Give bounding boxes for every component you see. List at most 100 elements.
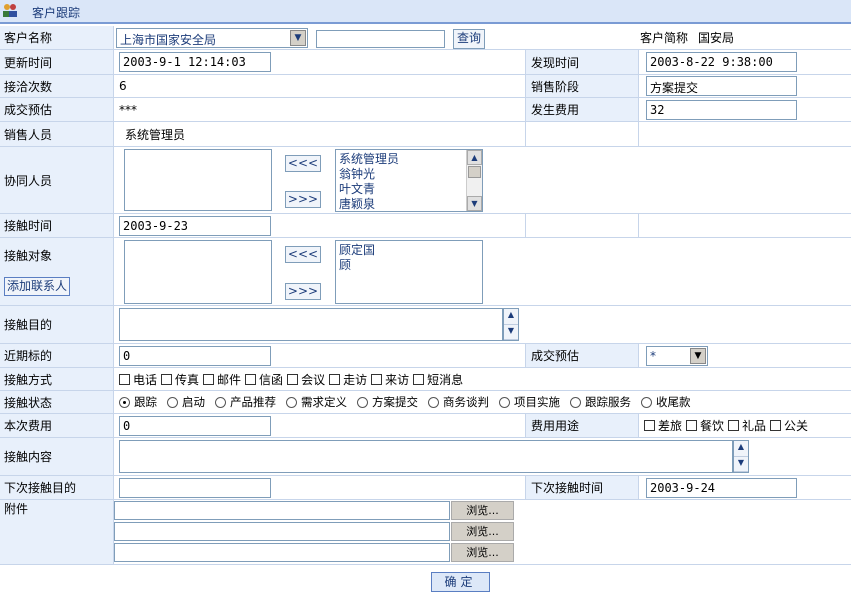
chevron-down-icon[interactable]: ▼ (504, 325, 518, 340)
option-label: 会议 (301, 372, 326, 387)
purpose-spinner[interactable]: ▲ ▼ (503, 308, 519, 341)
list-item[interactable]: 系统管理员 (339, 152, 462, 167)
search-button[interactable]: 查询 (453, 29, 485, 49)
coworkers-label: 协同人员 (0, 147, 114, 213)
browse-button[interactable]: 浏览... (451, 501, 514, 520)
radio-button[interactable] (570, 396, 581, 408)
customer-search-input[interactable] (316, 30, 445, 48)
radio-button[interactable] (499, 396, 510, 408)
status-option[interactable]: 需求定义 (286, 394, 347, 410)
list-item[interactable]: 叶文青 (339, 182, 462, 197)
checkbox[interactable] (770, 420, 782, 431)
attachment-file-input[interactable] (114, 501, 450, 520)
checkbox[interactable] (371, 373, 383, 385)
page-title: 客户跟踪 (32, 6, 81, 20)
usage-option[interactable]: 差旅 (644, 417, 682, 434)
coworkers-add-button[interactable]: <<< (285, 155, 321, 172)
content-textarea[interactable] (119, 440, 733, 473)
scroll-down-icon[interactable]: ▼ (467, 196, 482, 211)
contact-target-available-list[interactable]: 顾定国 顾 (335, 240, 483, 304)
list-item[interactable]: 顾 (339, 258, 479, 273)
status-option[interactable]: 项目实施 (499, 394, 560, 410)
status-option[interactable]: 方案提交 (357, 394, 418, 410)
checkbox[interactable] (644, 420, 655, 431)
chevron-up-icon[interactable]: ▲ (504, 309, 518, 325)
forecast-label: 成交预估 (0, 98, 114, 121)
next-purpose-input[interactable] (119, 478, 271, 498)
update-time-input[interactable]: 2003-9-1 12:14:03 (119, 52, 271, 72)
checkbox[interactable] (161, 373, 173, 385)
status-option[interactable]: 跟踪服务 (570, 394, 631, 410)
list-item[interactable]: 顾定国 (339, 243, 479, 258)
target-remove-button[interactable]: >>> (285, 283, 321, 300)
status-option[interactable]: 收尾款 (641, 394, 691, 410)
purpose-textarea[interactable] (119, 308, 503, 341)
next-time-input[interactable]: 2003-9-24 (646, 478, 797, 498)
content-spinner[interactable]: ▲ ▼ (733, 440, 749, 473)
add-contact-button[interactable]: 添加联系人 (4, 277, 70, 296)
browse-button[interactable]: 浏览... (451, 522, 514, 541)
radio-button[interactable] (119, 396, 130, 408)
checkbox[interactable] (245, 373, 257, 385)
method-option[interactable]: 来访 (371, 371, 409, 388)
usage-option[interactable]: 餐饮 (686, 417, 724, 434)
chevron-up-icon[interactable]: ▲ (734, 441, 748, 457)
checkbox[interactable] (686, 420, 698, 431)
checkbox[interactable] (287, 373, 299, 385)
sales-empty-cell (525, 122, 639, 146)
checkbox[interactable] (728, 420, 740, 431)
customer-select[interactable]: 上海市国家安全局 ▼ (116, 28, 308, 48)
sales-stage-input[interactable]: 方案提交 (646, 76, 797, 96)
list-item[interactable]: 翁钟光 (339, 167, 462, 182)
next-row: 下次接触目的 下次接触时间 2003-9-24 (0, 476, 851, 500)
option-label: 电话 (133, 372, 158, 387)
status-option[interactable]: 产品推荐 (215, 394, 276, 410)
radio-button[interactable] (167, 396, 178, 408)
method-option[interactable]: 传真 (161, 371, 199, 388)
scroll-up-icon[interactable]: ▲ (467, 150, 482, 165)
browse-button[interactable]: 浏览... (451, 543, 514, 562)
radio-button[interactable] (357, 396, 368, 408)
near-target-input[interactable]: 0 (119, 346, 271, 366)
checkbox[interactable] (329, 373, 341, 385)
contact-target-selected-list[interactable] (124, 240, 272, 304)
radio-button[interactable] (286, 396, 297, 408)
checkbox[interactable] (203, 373, 215, 385)
attachment-file-input[interactable] (114, 543, 450, 562)
cost-input[interactable]: 32 (646, 100, 797, 120)
method-option[interactable]: 信函 (245, 371, 283, 388)
status-option[interactable]: 跟踪 (119, 394, 157, 410)
chevron-down-icon[interactable]: ▼ (734, 457, 748, 472)
status-option[interactable]: 启动 (167, 394, 205, 410)
method-option[interactable]: 短消息 (413, 371, 463, 388)
checkbox[interactable] (119, 373, 130, 385)
method-option[interactable]: 走访 (329, 371, 367, 388)
option-label: 餐饮 (700, 419, 725, 433)
checkbox[interactable] (413, 373, 425, 385)
attachment-file-input[interactable] (114, 522, 450, 541)
scroll-thumb[interactable] (468, 166, 481, 178)
this-cost-input[interactable]: 0 (119, 416, 271, 436)
coworkers-remove-button[interactable]: >>> (285, 191, 321, 208)
radio-button[interactable] (215, 396, 226, 408)
status-option[interactable]: 商务谈判 (428, 394, 489, 410)
found-time-input[interactable]: 2003-8-22 9:38:00 (646, 52, 797, 72)
coworkers-available-list[interactable]: 系统管理员 翁钟光 叶文青 唐颖泉 ▲ ▼ (335, 149, 483, 212)
coworkers-selected-list[interactable] (124, 149, 272, 211)
submit-button[interactable]: 确定 (431, 572, 490, 592)
list-item[interactable]: 唐颖泉 (339, 197, 462, 211)
target-add-button[interactable]: <<< (285, 246, 321, 263)
method-option[interactable]: 邮件 (203, 371, 241, 388)
deal-forecast-select[interactable]: * ▼ (646, 346, 708, 366)
scrollbar[interactable]: ▲ ▼ (466, 150, 482, 211)
contact-count-label: 接洽次数 (0, 75, 114, 97)
usage-option[interactable]: 礼品 (728, 417, 766, 434)
method-option[interactable]: 会议 (287, 371, 325, 388)
usage-option[interactable]: 公关 (770, 417, 808, 434)
found-time-label: 发现时间 (525, 50, 639, 74)
radio-button[interactable] (428, 396, 439, 408)
radio-button[interactable] (641, 396, 652, 408)
contact-time-input[interactable]: 2003-9-23 (119, 216, 271, 236)
method-option[interactable]: 电话 (119, 371, 157, 388)
chevron-down-icon: ▼ (690, 348, 706, 364)
